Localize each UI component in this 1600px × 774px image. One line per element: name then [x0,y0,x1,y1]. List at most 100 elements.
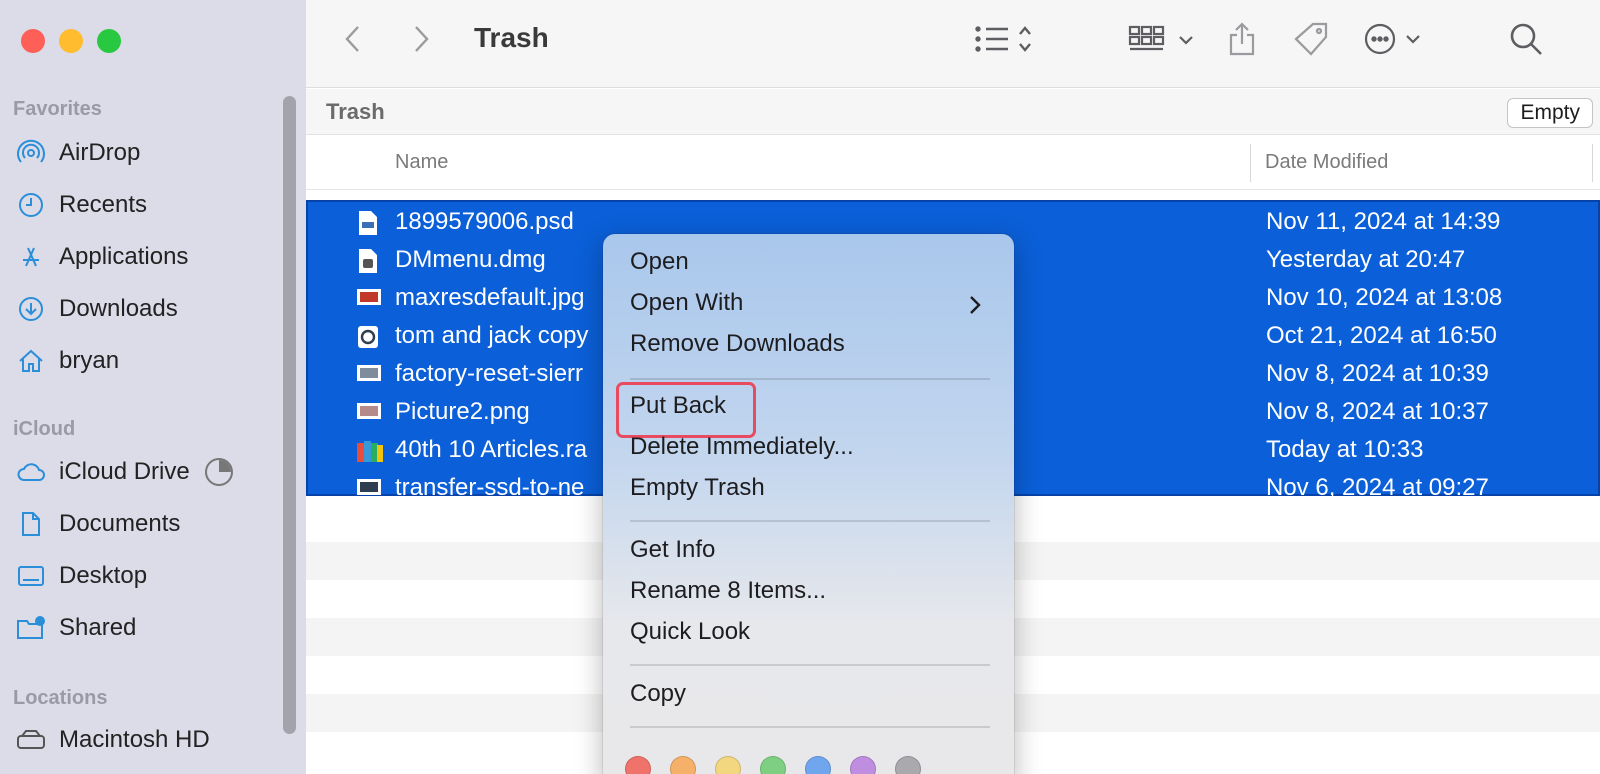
file-name: Picture2.png [395,398,530,425]
psd-file-icon [356,210,380,236]
forward-button[interactable] [406,18,436,64]
image-file-icon [356,476,381,502]
desktop-icon [16,561,46,591]
image-file-icon [356,286,381,312]
sidebar-scrollbar[interactable] [283,96,296,734]
file-name: tom and jack copy [395,322,589,349]
column-divider[interactable] [1250,144,1251,182]
tag-green-button[interactable] [760,756,786,774]
sidebar-item-downloads[interactable]: Downloads [16,289,178,329]
menu-separator [630,520,990,522]
chevron-right-icon [412,24,430,59]
sidebar-section-icloud: iCloud [13,418,76,440]
minimize-window-button[interactable] [59,29,83,53]
sidebar-item-documents[interactable]: Documents [16,504,180,544]
file-date: Nov 11, 2024 at 14:39 [1266,208,1501,235]
file-date: Nov 8, 2024 at 10:37 [1266,398,1489,425]
zoom-window-button[interactable] [97,29,121,53]
home-icon [16,346,46,376]
sidebar-item-icloud-drive[interactable]: iCloud Drive [16,452,234,492]
file-name: 1899579006.psd [395,208,574,235]
close-window-button[interactable] [21,29,45,53]
file-name: transfer-ssd-to-ne [395,474,585,501]
search-button[interactable] [1506,18,1546,64]
document-icon [16,509,46,539]
file-date: Nov 6, 2024 at 09:27 [1266,474,1489,501]
download-icon [16,294,46,324]
column-date-modified[interactable]: Date Modified [1265,151,1388,174]
tag-orange-button[interactable] [670,756,696,774]
disk-icon [16,725,46,755]
menu-item-rename[interactable]: Rename 8 Items... [630,577,826,615]
search-icon [1509,22,1543,61]
clock-icon [16,190,46,220]
chevron-left-icon [344,24,362,59]
context-menu: Open Open With Remove Downloads Put Back… [603,234,1014,774]
group-button[interactable] [1126,18,1196,64]
sidebar-item-label: Documents [59,510,181,537]
menu-item-open[interactable]: Open [630,248,689,286]
image-file-icon [356,400,381,426]
sidebar-item-home[interactable]: bryan [16,341,119,381]
sidebar-item-macintosh-hd[interactable]: Macintosh HD [16,720,210,760]
empty-trash-button[interactable]: Empty [1507,98,1593,128]
window-title: Trash [474,22,549,53]
file-date: Today at 10:33 [1266,436,1424,463]
menu-item-remove-downloads[interactable]: Remove Downloads [630,330,845,368]
column-name[interactable]: Name [395,151,448,174]
archive-file-icon [356,438,383,464]
file-date: Nov 8, 2024 at 10:39 [1266,360,1489,387]
menu-separator [630,664,990,666]
sidebar: Favorites AirDrop Recents Applications D… [0,0,306,774]
file-name: factory-reset-sierr [395,360,584,387]
sidebar-item-recents[interactable]: Recents [16,185,147,225]
tags-button[interactable] [1292,18,1332,64]
cloud-icon [16,457,46,487]
column-header: Name Date Modified [306,136,1600,190]
airdrop-icon [16,138,46,168]
toolbar: Trash [306,0,1600,88]
tag-blue-button[interactable] [805,756,831,774]
tag-purple-button[interactable] [850,756,876,774]
sidebar-item-label: Applications [59,243,189,270]
dmg-file-icon [356,248,380,274]
more-actions-button[interactable] [1360,18,1430,64]
file-date: Oct 21, 2024 at 16:50 [1266,322,1497,349]
sidebar-item-shared[interactable]: Shared [16,608,136,648]
sync-progress-icon [204,457,234,487]
menu-item-quick-look[interactable]: Quick Look [630,618,750,656]
grid-icon [1128,23,1194,60]
view-options-button[interactable] [966,18,1046,64]
menu-item-copy[interactable]: Copy [630,680,686,718]
menu-item-empty-trash[interactable]: Empty Trash [630,474,765,512]
back-button[interactable] [338,18,368,64]
chevron-right-icon [968,294,982,321]
sidebar-item-label: Macintosh HD [59,726,210,753]
sidebar-item-applications[interactable]: Applications [16,237,188,277]
menu-item-put-back[interactable]: Put Back [630,392,726,430]
sidebar-item-label: iCloud Drive [59,458,190,485]
share-button[interactable] [1224,18,1260,64]
tag-red-button[interactable] [625,756,651,774]
sidebar-item-airdrop[interactable]: AirDrop [16,133,140,173]
tag-yellow-button[interactable] [715,756,741,774]
tag-gray-button[interactable] [895,756,921,774]
sidebar-section-locations: Locations [13,687,108,709]
file-name: DMmenu.dmg [395,246,546,273]
file-name: maxresdefault.jpg [395,284,585,311]
menu-separator [630,726,990,728]
shared-folder-icon [16,613,46,643]
menu-separator [630,378,990,380]
image-file-icon [356,362,381,388]
sidebar-item-desktop[interactable]: Desktop [16,556,147,596]
menu-item-get-info[interactable]: Get Info [630,536,715,574]
ellipsis-circle-icon [1363,22,1427,61]
sidebar-item-label: Recents [59,191,148,218]
menu-item-delete-immediately[interactable]: Delete Immediately... [630,433,854,471]
menu-item-open-with[interactable]: Open With [630,289,990,327]
list-view-icon [974,23,1038,60]
sidebar-item-label: bryan [59,347,120,374]
sidebar-item-label: AirDrop [59,139,141,166]
column-divider[interactable] [1592,144,1593,182]
menu-item-label: Open With [630,289,744,316]
